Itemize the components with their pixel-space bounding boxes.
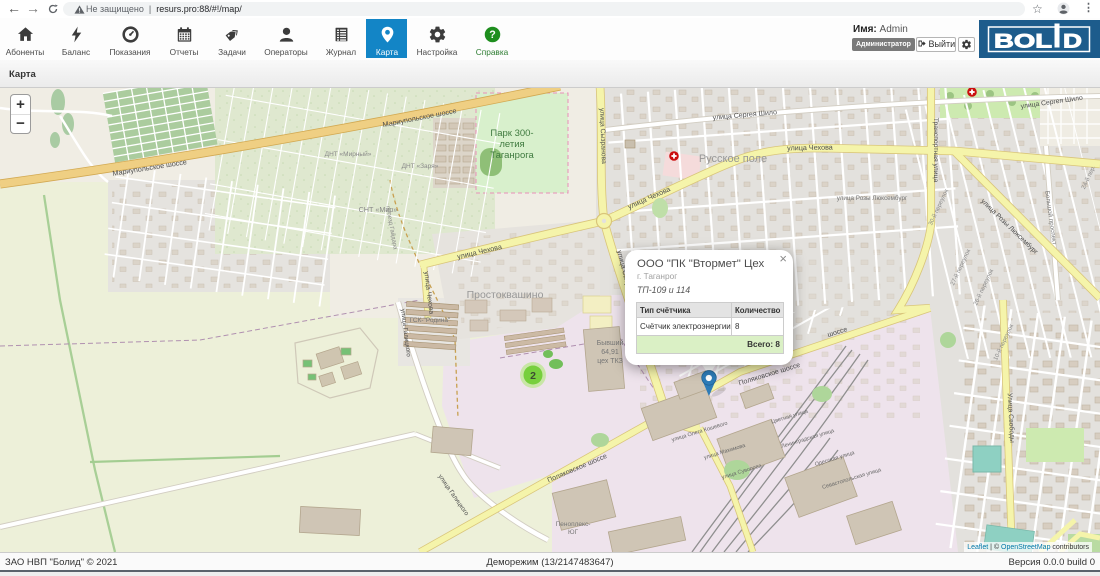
svg-text:летия: летия [499,139,524,150]
svg-text:D: D [1063,32,1082,53]
svg-text:улица Чехова: улица Чехова [787,143,833,153]
svg-text:Бывший: Бывший [597,339,624,347]
svg-text:ЮГ: ЮГ [568,529,579,536]
svg-text:Парк 300-: Парк 300- [490,128,533,139]
svg-text:ГСК-"Родина": ГСК-"Родина" [410,317,451,324]
svg-text:BOL: BOL [994,32,1053,53]
svg-text:2: 2 [530,370,536,382]
svg-text:64,91: 64,91 [601,349,619,356]
svg-text:?: ? [489,29,496,41]
svg-text:Пеноплекс-: Пеноплекс- [556,521,591,528]
svg-text:Простоквашино: Простоквашино [467,289,544,301]
svg-text:улица Розы Люксембург: улица Розы Люксембург [837,194,908,202]
svg-text:Русское поле: Русское поле [699,153,767,165]
svg-text:ДНТ «Мирный»: ДНТ «Мирный» [325,150,372,158]
svg-text:Таганрога: Таганрога [490,150,534,161]
svg-text:цех ТКЗ: цех ТКЗ [597,358,623,365]
svg-text:Транспортная улица: Транспортная улица [932,118,939,183]
svg-text:ДНТ «Заря»: ДНТ «Заря» [402,163,439,170]
